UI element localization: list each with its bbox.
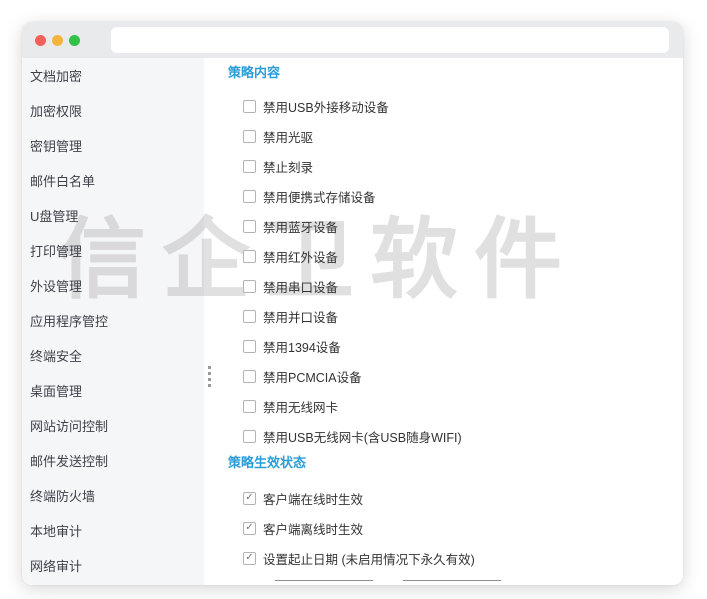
sidebar-item-label: 邮件白名单	[30, 174, 95, 189]
sidebar-item-label: 文档加密	[30, 69, 82, 84]
sidebar-item-label: 本地审计	[30, 524, 82, 539]
checkbox[interactable]	[243, 400, 256, 413]
checkbox[interactable]	[243, 310, 256, 323]
policy-checkbox-row[interactable]: 禁止刻录	[228, 151, 673, 181]
sidebar-item-label: U盘管理	[30, 209, 78, 224]
checkbox[interactable]: ✓	[243, 522, 256, 535]
checkbox[interactable]	[243, 430, 256, 443]
sidebar-item[interactable]: U盘管理	[22, 199, 204, 234]
checkbox[interactable]	[243, 220, 256, 233]
checkbox[interactable]	[243, 280, 256, 293]
sidebar-item[interactable]: 打印管理	[22, 234, 204, 269]
sidebar-item[interactable]: 邮件发送控制	[22, 444, 204, 479]
policy-checkbox-row[interactable]: 禁用USB外接移动设备	[228, 91, 673, 121]
checkbox[interactable]	[243, 250, 256, 263]
sidebar-resize-handle[interactable]	[206, 364, 213, 389]
sidebar-item[interactable]: 外设管理	[22, 269, 204, 304]
sidebar-item-label: 终端防火墙	[30, 489, 95, 504]
policy-checkbox-row[interactable]: 禁用并口设备	[228, 301, 673, 331]
policy-checkbox-row[interactable]: 禁用蓝牙设备	[228, 211, 673, 241]
sidebar-item-label: 桌面管理	[30, 384, 82, 399]
checkbox[interactable]	[243, 160, 256, 173]
sidebar-item-label: 邮件发送控制	[30, 454, 108, 469]
checkbox-label: 禁用便携式存储设备	[263, 187, 376, 206]
checkbox-label: 禁用并口设备	[263, 307, 338, 326]
sidebar-item[interactable]: 邮件白名单	[22, 164, 204, 199]
policy-checkbox-row[interactable]: 禁用USB无线网卡(含USB随身WIFI)	[228, 421, 673, 451]
checkbox[interactable]	[243, 370, 256, 383]
checkbox-label: 客户端离线时生效	[263, 519, 363, 538]
section-title: 策略生效状态	[228, 455, 673, 471]
sidebar-item[interactable]: 应用程序管控	[22, 304, 204, 339]
checkbox-label: 禁用蓝牙设备	[263, 217, 338, 236]
policy-checkbox-row[interactable]: 禁用光驱	[228, 121, 673, 151]
sidebar-item[interactable]: 终端防火墙	[22, 479, 204, 514]
sidebar-item[interactable]: 加密权限	[22, 94, 204, 129]
sidebar-item-label: 终端安全	[30, 349, 82, 364]
policy-checkbox-row[interactable]: 禁用1394设备	[228, 331, 673, 361]
traffic-lights	[35, 35, 86, 46]
end-date-field[interactable]	[403, 577, 501, 581]
checkbox[interactable]	[243, 190, 256, 203]
checkbox-label: 禁用USB无线网卡(含USB随身WIFI)	[263, 427, 462, 446]
policy-checkbox-row[interactable]: ✓ 客户端离线时生效	[228, 513, 673, 543]
checkbox-label: 禁用光驱	[263, 127, 313, 146]
policy-sections: 策略内容 禁用USB外接移动设备 禁用光驱 禁止刻录 禁用便携式存储设备 禁用蓝…	[228, 65, 673, 573]
checkbox[interactable]: ✓	[243, 492, 256, 505]
checkbox[interactable]	[243, 100, 256, 113]
sidebar-item-label: 网站访问控制	[30, 419, 108, 434]
checkbox-label: 禁用串口设备	[263, 277, 338, 296]
checkbox-label: 禁用USB外接移动设备	[263, 97, 389, 116]
checkbox-label: 客户端在线时生效	[263, 489, 363, 508]
policy-checkbox-row[interactable]: 禁用串口设备	[228, 271, 673, 301]
sidebar-item[interactable]: 网络审计	[22, 549, 204, 584]
sidebar-item-label: 密钥管理	[30, 139, 82, 154]
section-title: 策略内容	[228, 65, 673, 81]
window-titlebar	[22, 22, 683, 58]
policy-checkbox-row[interactable]: 禁用无线网卡	[228, 391, 673, 421]
checkbox[interactable]: ✓	[243, 552, 256, 565]
sidebar-item[interactable]: 本地审计	[22, 514, 204, 549]
close-window-button[interactable]	[35, 35, 46, 46]
checkbox-label: 禁用红外设备	[263, 247, 338, 266]
sidebar-item-label: 加密权限	[30, 104, 82, 119]
checkbox-label: 禁用1394设备	[263, 337, 341, 356]
maximize-window-button[interactable]	[69, 35, 80, 46]
address-bar-input[interactable]	[111, 27, 669, 53]
policy-checkbox-row[interactable]: 禁用红外设备	[228, 241, 673, 271]
sidebar: 文档加密 加密权限 密钥管理 邮件白名单 U盘管理 打印管理 外设管理 应用程序…	[22, 58, 204, 585]
policy-section: 策略生效状态 ✓ 客户端在线时生效 ✓ 客户端离线时生效 ✓ 设置起止日期 (未…	[228, 455, 673, 573]
policy-section: 策略内容 禁用USB外接移动设备 禁用光驱 禁止刻录 禁用便携式存储设备 禁用蓝…	[228, 65, 673, 451]
checkbox[interactable]	[243, 340, 256, 353]
section-rows: 禁用USB外接移动设备 禁用光驱 禁止刻录 禁用便携式存储设备 禁用蓝牙设备 禁…	[228, 91, 673, 451]
checkbox[interactable]	[243, 130, 256, 143]
sidebar-item-label: 网络审计	[30, 559, 82, 574]
sidebar-item[interactable]: 文档加密	[22, 59, 204, 94]
policy-checkbox-row[interactable]: 禁用便携式存储设备	[228, 181, 673, 211]
sidebar-item[interactable]: 桌面管理	[22, 374, 204, 409]
section-rows: ✓ 客户端在线时生效 ✓ 客户端离线时生效 ✓ 设置起止日期 (未启用情况下永久…	[228, 483, 673, 573]
checkbox-label: 禁用PCMCIA设备	[263, 367, 362, 386]
app-window: 信企卫软件 文档加密 加密权限 密钥管理 邮件白名单 U盘管理 打印管理 外设管…	[22, 22, 683, 585]
date-range-fields	[228, 577, 673, 581]
policy-checkbox-row[interactable]: ✓ 设置起止日期 (未启用情况下永久有效)	[228, 543, 673, 573]
checkbox-label: 禁用无线网卡	[263, 397, 338, 416]
sidebar-item-label: 外设管理	[30, 279, 82, 294]
checkbox-label: 设置起止日期 (未启用情况下永久有效)	[263, 549, 475, 568]
policy-checkbox-row[interactable]: ✓ 客户端在线时生效	[228, 483, 673, 513]
sidebar-item[interactable]: 网站访问控制	[22, 409, 204, 444]
minimize-window-button[interactable]	[52, 35, 63, 46]
checkbox-label: 禁止刻录	[263, 157, 313, 176]
sidebar-item[interactable]: 终端安全	[22, 339, 204, 374]
sidebar-item[interactable]: 密钥管理	[22, 129, 204, 164]
sidebar-item-label: 打印管理	[30, 244, 82, 259]
start-date-field[interactable]	[275, 577, 373, 581]
policy-content-panel: 策略内容 禁用USB外接移动设备 禁用光驱 禁止刻录 禁用便携式存储设备 禁用蓝…	[204, 58, 683, 585]
sidebar-item-label: 应用程序管控	[30, 314, 108, 329]
policy-checkbox-row[interactable]: 禁用PCMCIA设备	[228, 361, 673, 391]
